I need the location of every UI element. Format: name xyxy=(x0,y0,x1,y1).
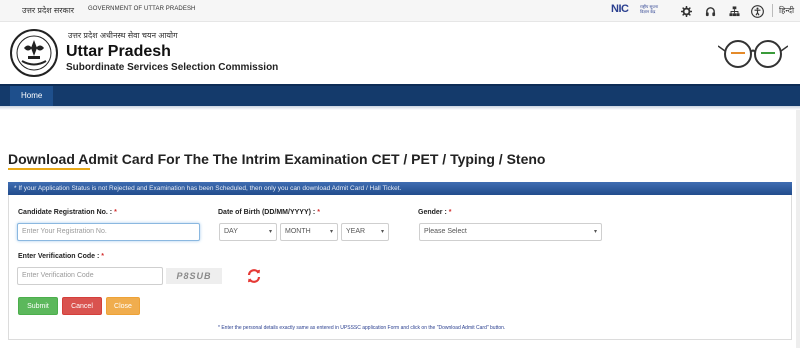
instruction-footnote: * Enter the personal details exactly sam… xyxy=(218,325,506,331)
registration-label-text: Candidate Registration No. : xyxy=(18,209,113,216)
up-emblem-logo[interactable] xyxy=(8,28,60,78)
nic-tagline: राष्ट्रीय सूचना विज्ञान केंद्र xyxy=(640,4,658,14)
dob-year-select[interactable]: YEAR ▾ xyxy=(341,223,389,241)
chevron-down-icon: ▾ xyxy=(593,229,597,235)
required-mark: * xyxy=(317,209,320,216)
gear-icon[interactable] xyxy=(679,4,693,18)
dob-day-select[interactable]: DAY ▾ xyxy=(219,223,277,241)
dob-day-value: DAY xyxy=(224,228,238,235)
page-scrollbar[interactable] xyxy=(796,110,800,348)
verification-input[interactable]: Enter Verification Code xyxy=(17,267,163,285)
gender-select[interactable]: Please Select ▾ xyxy=(419,223,602,241)
required-mark: * xyxy=(114,209,117,216)
header-title: Uttar Pradesh xyxy=(66,43,171,60)
chevron-down-icon: ▾ xyxy=(268,229,272,235)
submit-button[interactable]: Submit xyxy=(18,297,58,315)
language-toggle[interactable]: हिन्दी xyxy=(779,5,794,16)
header-hindi-title: उत्तर प्रदेश अधीनस्थ सेवा चयन आयोग xyxy=(68,31,178,40)
notice-banner: * If your Application Status is not Reje… xyxy=(8,182,792,195)
swachh-bharat-logo xyxy=(718,40,788,68)
main-nav: Home xyxy=(0,84,800,106)
dob-label-text: Date of Birth (DD/MM/YYYY) : xyxy=(218,209,316,216)
close-button[interactable]: Close xyxy=(106,297,140,315)
gender-label-text: Gender : xyxy=(418,209,447,216)
gov-hindi-link[interactable]: उत्तर प्रदेश सरकार xyxy=(22,5,74,16)
chevron-down-icon: ▾ xyxy=(329,229,333,235)
required-mark: * xyxy=(101,253,105,260)
captcha-image: P8SUB xyxy=(166,268,222,284)
site-header: उत्तर प्रदेश अधीनस्थ सेवा चयन आयोग Uttar… xyxy=(0,22,800,84)
nav-shadow xyxy=(0,106,800,110)
required-mark: * xyxy=(448,209,452,216)
dob-year-value: YEAR xyxy=(346,228,366,235)
gov-english-link[interactable]: GOVERNMENT OF UTTAR PRADESH xyxy=(88,6,196,12)
verification-label: Enter Verification Code : * xyxy=(18,253,104,260)
header-subtitle: Subordinate Services Selection Commissio… xyxy=(66,62,279,73)
page-title: Download Admit Card For The The Intrim E… xyxy=(8,151,546,167)
lang-separator xyxy=(772,4,773,17)
accessibility-icon[interactable] xyxy=(750,4,764,18)
gender-value: Please Select xyxy=(424,228,467,235)
chevron-down-icon: ▾ xyxy=(380,229,384,235)
nic-logo[interactable]: NIC xyxy=(611,3,629,15)
gender-label: Gender : * xyxy=(418,209,452,216)
dob-label: Date of Birth (DD/MM/YYYY) : * xyxy=(218,209,320,216)
dob-month-select[interactable]: MONTH ▾ xyxy=(280,223,338,241)
top-strip: उत्तर प्रदेश सरकार GOVERNMENT OF UTTAR P… xyxy=(0,0,800,22)
sitemap-icon[interactable] xyxy=(727,4,741,18)
verification-label-text: Enter Verification Code : xyxy=(18,253,100,260)
cancel-button[interactable]: Cancel xyxy=(62,297,102,315)
registration-label: Candidate Registration No. : * xyxy=(18,209,117,216)
dob-month-value: MONTH xyxy=(285,228,311,235)
nav-home[interactable]: Home xyxy=(10,86,54,106)
refresh-captcha-icon[interactable] xyxy=(246,268,262,284)
registration-input[interactable]: Enter Your Registration No. xyxy=(17,223,200,241)
headphones-icon[interactable] xyxy=(703,4,717,18)
title-underline xyxy=(8,168,90,170)
